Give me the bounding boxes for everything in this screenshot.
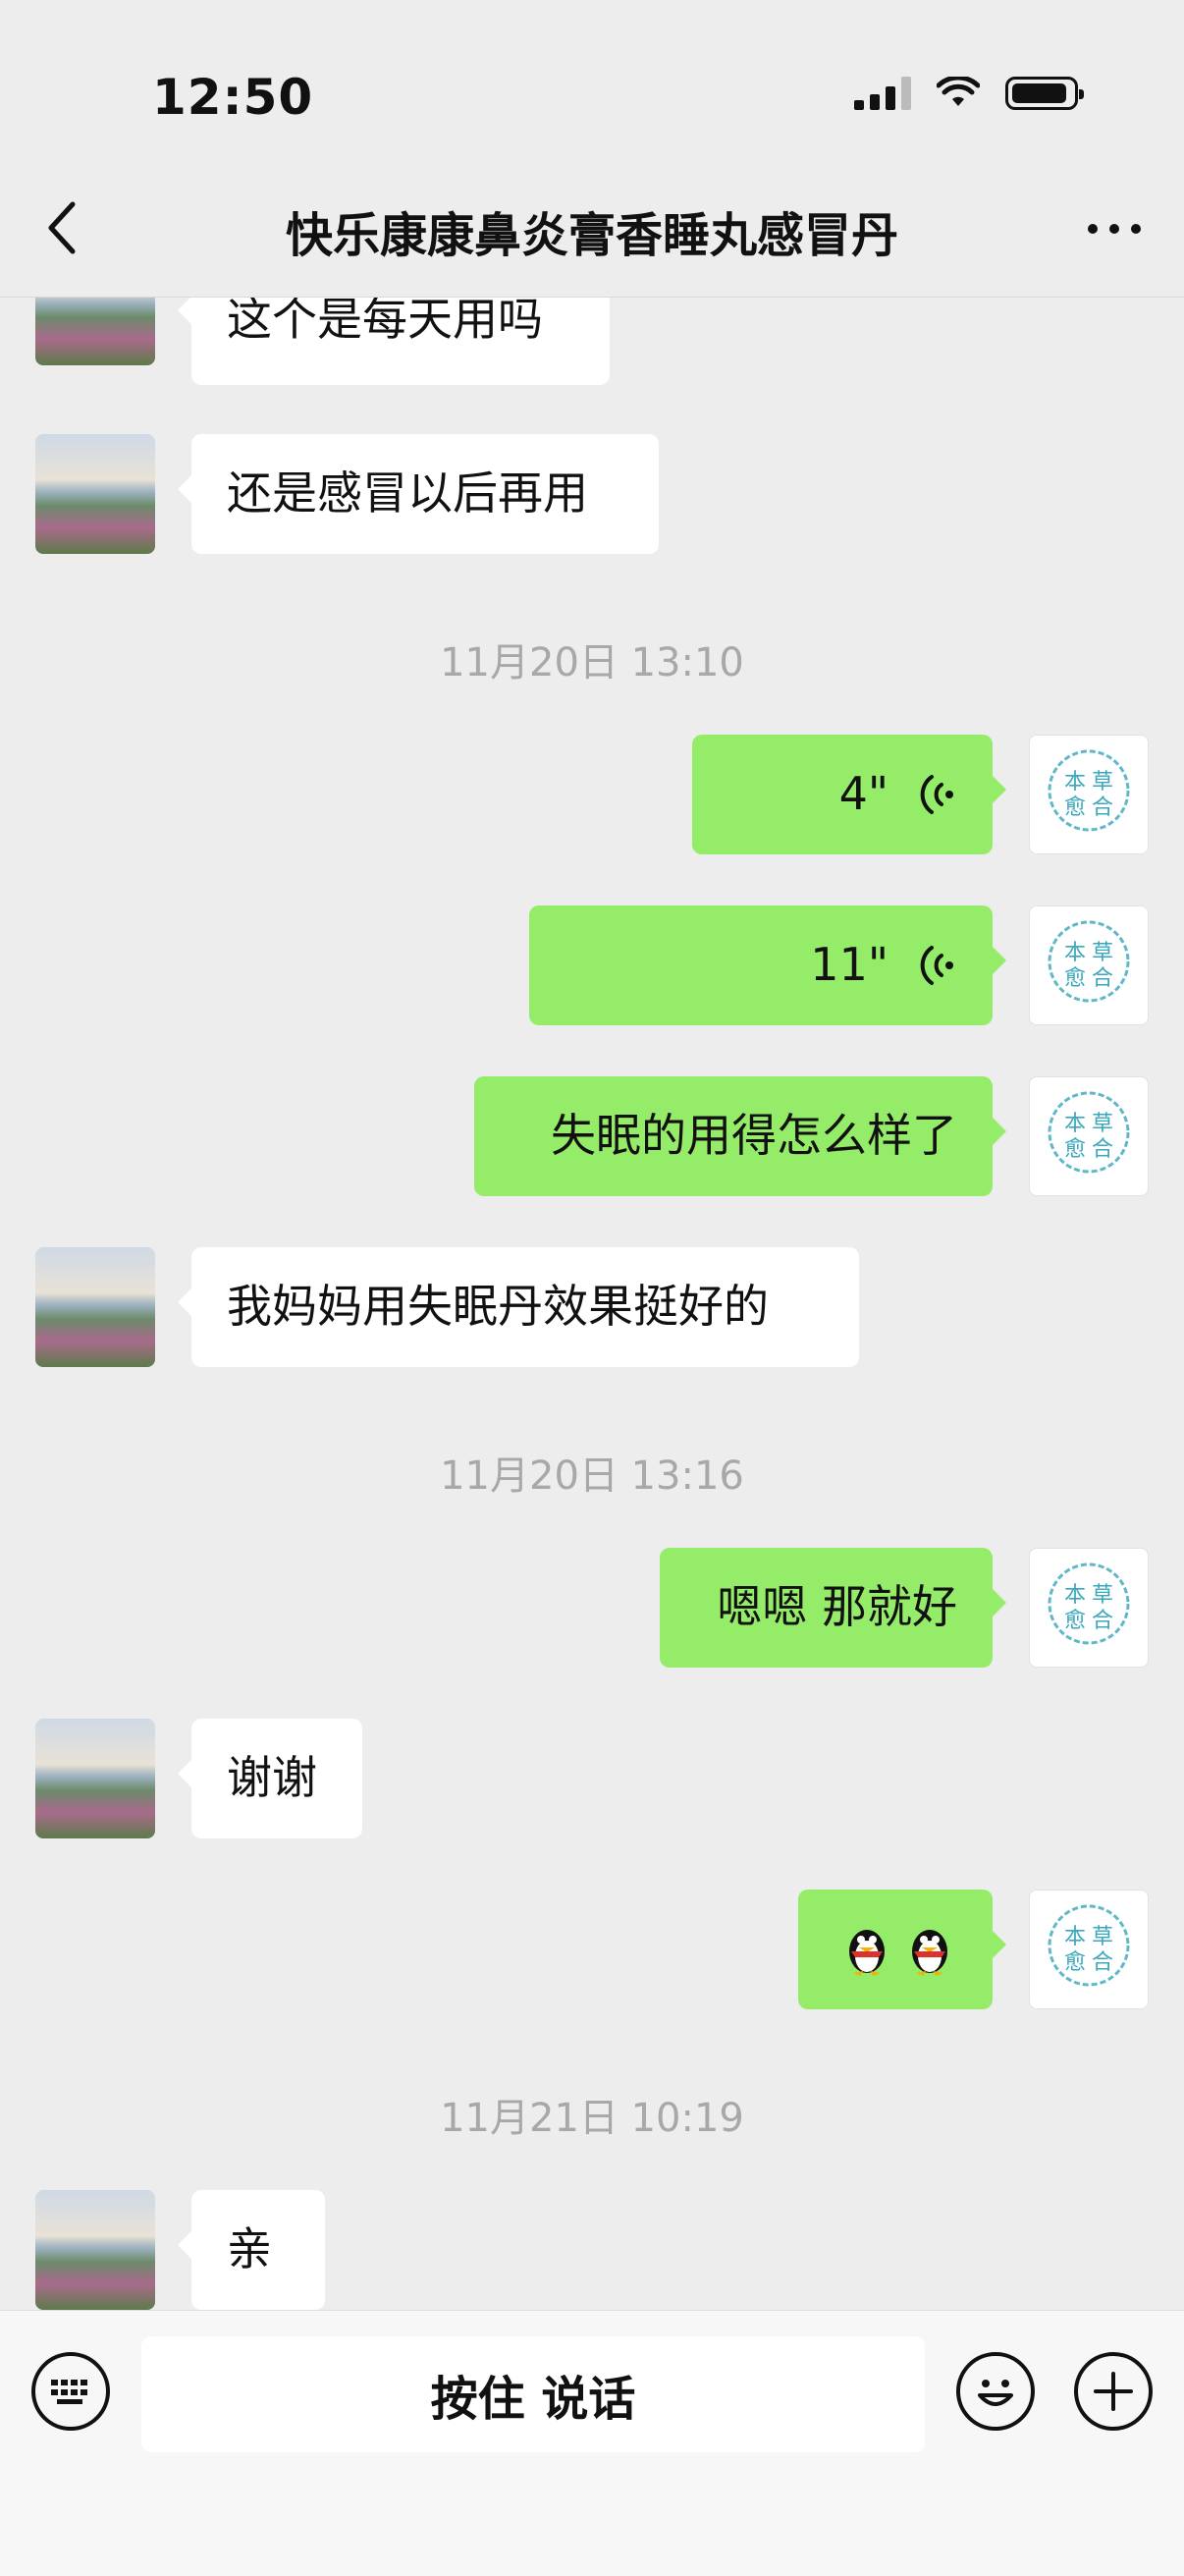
contact-avatar[interactable] (35, 297, 155, 365)
my-avatar[interactable]: 本 草 愈 合 (1029, 1890, 1149, 2009)
time-stamp: 11月21日 10:19 (440, 2096, 744, 2141)
incoming-message[interactable]: 亲 (178, 2190, 325, 2310)
back-arrow-icon[interactable] (43, 198, 82, 257)
emoji-message[interactable] (798, 1890, 1006, 2009)
svg-text:本: 本 (1064, 770, 1086, 795)
voice-wave-icon (920, 946, 953, 985)
svg-text:合: 合 (1092, 795, 1113, 820)
plus-icon[interactable] (1074, 2352, 1153, 2431)
seal-logo-icon: 本 草 愈 合 (1048, 1091, 1130, 1174)
voice-wave-icon (920, 775, 953, 814)
keyboard-icon[interactable] (31, 2352, 110, 2431)
voice-message[interactable]: 11" (529, 905, 1006, 1025)
svg-text:合: 合 (1092, 1609, 1113, 1633)
voice-duration: 11" (810, 938, 888, 992)
svg-text:草: 草 (1092, 770, 1113, 795)
emoji-icon[interactable] (956, 2352, 1035, 2431)
contact-avatar[interactable] (35, 434, 155, 554)
top-bar: 12:50 快乐康康鼻炎膏香睡丸感冒丹 (0, 0, 1184, 298)
svg-text:草: 草 (1092, 941, 1113, 965)
wifi-icon (937, 77, 980, 106)
svg-text:本: 本 (1064, 1112, 1086, 1136)
message-text: 这个是每天用吗 (227, 297, 543, 347)
message-text: 亲 (227, 2222, 272, 2276)
svg-text:愈: 愈 (1064, 966, 1086, 991)
svg-text:本: 本 (1064, 1583, 1086, 1608)
svg-text:草: 草 (1092, 1925, 1113, 1949)
incoming-message[interactable]: 谢谢 (178, 1719, 362, 1838)
seal-logo-icon: 本 草 愈 合 (1048, 920, 1130, 1003)
message-text: 还是感冒以后再用 (227, 466, 588, 521)
svg-text:愈: 愈 (1064, 1609, 1086, 1633)
contact-avatar[interactable] (35, 1719, 155, 1838)
incoming-message[interactable]: 我妈妈用失眠丹效果挺好的 (178, 1247, 859, 1367)
my-avatar[interactable]: 本 草 愈 合 (1029, 735, 1149, 854)
seal-logo-icon: 本 草 愈 合 (1048, 1562, 1130, 1645)
penguin-emoji-icon (912, 1930, 947, 1976)
svg-text:合: 合 (1092, 966, 1113, 991)
incoming-message[interactable]: 这个是每天用吗 (178, 297, 610, 385)
message-text: 嗯嗯 那就好 (717, 1580, 957, 1634)
svg-text:愈: 愈 (1064, 1137, 1086, 1162)
outgoing-message[interactable]: 失眠的用得怎么样了 (474, 1076, 1006, 1196)
status-time: 12:50 (152, 69, 314, 126)
voice-duration: 4" (838, 767, 888, 821)
my-avatar[interactable]: 本 草 愈 合 (1029, 1548, 1149, 1668)
svg-text:草: 草 (1092, 1112, 1113, 1136)
penguin-emoji-icon (849, 1930, 885, 1976)
message-text: 失眠的用得怎么样了 (551, 1109, 957, 1163)
svg-text:本: 本 (1064, 1925, 1086, 1949)
svg-text:愈: 愈 (1064, 1950, 1086, 1975)
contact-avatar[interactable] (35, 2190, 155, 2310)
time-stamp: 11月20日 13:16 (440, 1453, 744, 1499)
svg-text:愈: 愈 (1064, 795, 1086, 820)
message-list[interactable]: 这个是每天用吗 还是感冒以后再用 11月20日 13:10 4" 本 草 愈 合… (0, 297, 1184, 2310)
incoming-message[interactable]: 还是感冒以后再用 (178, 434, 659, 554)
svg-text:本: 本 (1064, 941, 1086, 965)
input-bar: 按住 说话 (0, 2310, 1184, 2576)
message-text: 谢谢 (227, 1751, 317, 1805)
seal-logo-icon: 本 草 愈 合 (1048, 1904, 1130, 1987)
time-stamp: 11月20日 13:10 (440, 640, 744, 685)
battery-icon (1005, 77, 1084, 110)
seal-logo-icon: 本 草 愈 合 (1048, 749, 1130, 832)
svg-text:合: 合 (1092, 1950, 1113, 1975)
message-text: 我妈妈用失眠丹效果挺好的 (227, 1280, 769, 1334)
svg-text:合: 合 (1092, 1137, 1113, 1162)
svg-text:草: 草 (1092, 1583, 1113, 1608)
outgoing-message[interactable]: 嗯嗯 那就好 (660, 1548, 1006, 1668)
system-icons (854, 77, 1084, 110)
signal-icon (854, 77, 911, 110)
chat-title: 快乐康康鼻炎膏香睡丸感冒丹 (285, 208, 898, 263)
my-avatar[interactable]: 本 草 愈 合 (1029, 905, 1149, 1025)
hold-to-talk-button[interactable]: 按住 说话 (141, 2336, 925, 2452)
contact-avatar[interactable] (35, 1247, 155, 1367)
my-avatar[interactable]: 本 草 愈 合 (1029, 1076, 1149, 1196)
more-options-icon[interactable] (1088, 224, 1141, 234)
voice-message[interactable]: 4" (692, 735, 1006, 854)
